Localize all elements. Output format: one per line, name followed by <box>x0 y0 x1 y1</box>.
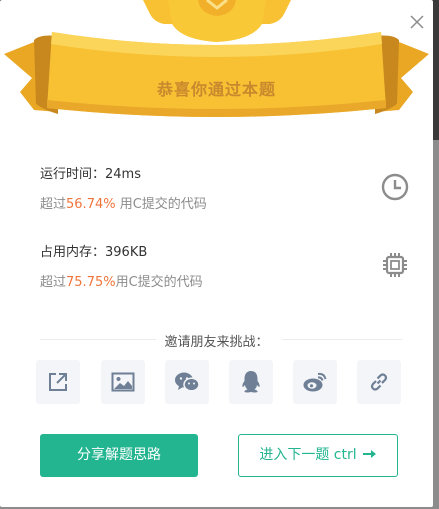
link-share-button[interactable] <box>357 360 401 404</box>
runtime-stat: 运行时间：24ms 超过56.74% 用C提交的代码 <box>40 166 410 214</box>
close-button[interactable] <box>407 12 427 32</box>
close-icon <box>410 15 424 29</box>
runtime-line: 运行时间：24ms <box>40 166 410 184</box>
memory-value: 396KB <box>105 245 148 260</box>
memory-suffix: 用C提交的代码 <box>115 275 203 290</box>
memory-stat: 占用内存：396KB 超过75.75%用C提交的代码 <box>40 244 410 292</box>
memory-line: 占用内存：396KB <box>40 244 410 262</box>
clock-icon <box>381 173 409 201</box>
share-icon <box>49 373 67 391</box>
success-banner: 恭喜你通过本题 <box>0 0 433 130</box>
runtime-comparison: 超过56.74% 用C提交的代码 <box>40 196 410 214</box>
memory-prefix: 超过 <box>40 275 67 290</box>
qq-share-button[interactable] <box>229 360 273 404</box>
runtime-percent: 56.74% <box>66 197 116 212</box>
wechat-share-button[interactable] <box>165 360 209 404</box>
weibo-share-button[interactable] <box>293 360 337 404</box>
success-dialog: 恭喜你通过本题 运行时间：24ms 超过56.74% 用C提交的代码 占用内存：… <box>0 0 433 507</box>
memory-comparison: 超过75.75%用C提交的代码 <box>40 274 410 292</box>
runtime-prefix: 超过 <box>40 197 67 212</box>
invite-label: 邀请朋友来挑战： <box>0 331 433 350</box>
runtime-suffix: 用C提交的代码 <box>115 197 207 212</box>
next-problem-label: 进入下一题 ctrl <box>259 447 357 463</box>
share-button[interactable] <box>36 360 80 404</box>
chip-icon <box>383 253 407 277</box>
memory-percent: 75.75% <box>66 275 116 290</box>
qq-icon <box>242 371 260 393</box>
arrow-right-icon <box>362 450 376 458</box>
invite-label-text: 邀请朋友来挑战： <box>156 335 277 350</box>
ribbon-graphic <box>4 0 429 117</box>
image-icon <box>111 372 135 392</box>
runtime-label: 运行时间： <box>40 167 106 182</box>
wechat-icon <box>175 372 200 392</box>
backdrop-right <box>433 0 439 140</box>
memory-label: 占用内存： <box>40 245 106 260</box>
image-share-button[interactable] <box>101 360 145 404</box>
next-problem-button[interactable]: 进入下一题 ctrl <box>238 434 398 477</box>
weibo-icon <box>303 372 327 392</box>
share-buttons <box>36 360 406 405</box>
banner-title: 恭喜你通过本题 <box>156 80 276 99</box>
link-icon <box>370 373 388 391</box>
share-solution-button[interactable]: 分享解题思路 <box>40 434 198 477</box>
runtime-value: 24ms <box>105 167 141 182</box>
